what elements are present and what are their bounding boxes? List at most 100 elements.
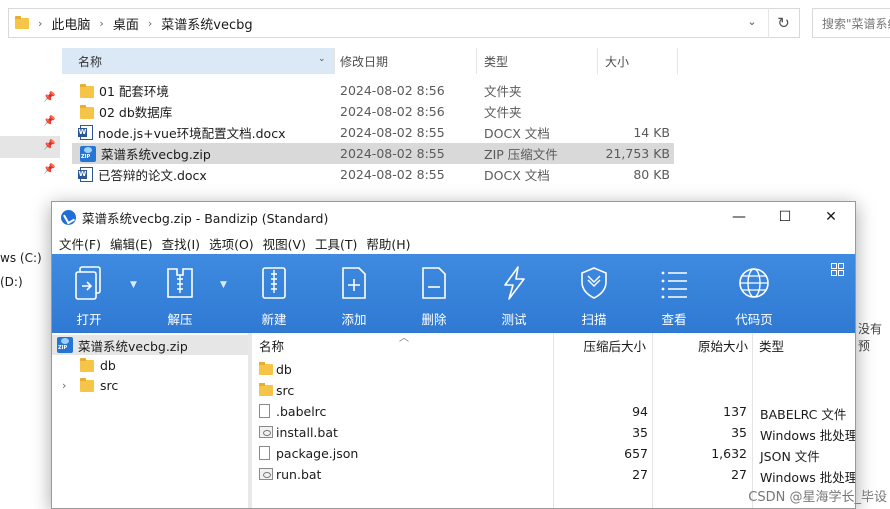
chevron-right-icon: › (99, 16, 104, 30)
open-button[interactable]: 打开 (59, 254, 119, 333)
scan-button[interactable]: 扫描 (564, 254, 624, 333)
folder-icon (80, 378, 94, 392)
chevron-right-icon: › (147, 16, 153, 30)
scan-shield-icon (581, 267, 607, 299)
entry-original-size: 27 (731, 467, 747, 482)
file-modified: 2024-08-02 8:56 (340, 104, 445, 119)
entry-name: src (276, 383, 295, 398)
column-header-modified[interactable]: 修改日期 (332, 48, 474, 74)
file-name: 02 db数据库 (99, 105, 173, 120)
file-name: 01 配套环境 (99, 84, 169, 99)
menu-help[interactable]: 帮助(H) (366, 234, 410, 253)
entry-original-size: 35 (731, 425, 747, 440)
entry-original-size: 137 (723, 404, 747, 419)
chevron-right-icon: › (38, 16, 43, 30)
column-header-original-size[interactable]: 原始大小 (653, 333, 749, 357)
menu-tools[interactable]: 工具(T) (315, 234, 357, 253)
menu-options[interactable]: 选项(O) (209, 234, 254, 253)
chevron-down-icon[interactable]: ▼ (130, 280, 137, 290)
maximize-button[interactable]: ☐ (762, 202, 808, 232)
toolbar-label: 解压 (167, 312, 193, 327)
minimize-button[interactable]: — (716, 202, 762, 232)
list-item[interactable]: run.bat 27 27 Windows 批处理文件 (252, 464, 855, 485)
codepage-button[interactable]: 代码页 (724, 254, 784, 333)
file-size: 14 KB (633, 125, 670, 140)
menu-bar: 文件(F) 编辑(E) 查找(I) 选项(O) 视图(V) 工具(T) 帮助(H… (52, 232, 420, 254)
menu-view[interactable]: 视图(V) (263, 234, 306, 253)
list-item[interactable]: .babelrc 94 137 BABELRC 文件 (252, 401, 855, 422)
breadcrumb-this-pc[interactable]: 此电脑 (51, 14, 90, 33)
extract-button[interactable]: 解压 (150, 254, 210, 333)
file-row-selected[interactable]: 菜谱系统vecbg.zip 2024-08-02 8:55 ZIP 压缩文件 2… (72, 143, 674, 164)
pin-icon[interactable]: 📌 (43, 164, 55, 176)
pin-icon[interactable]: 📌 (43, 92, 55, 104)
close-button[interactable]: ✕ (808, 202, 854, 232)
menu-file[interactable]: 文件(F) (59, 234, 101, 253)
file-icon (259, 404, 270, 418)
breadcrumb-current-folder[interactable]: 菜谱系统vecbg (161, 14, 252, 33)
batch-file-icon (259, 426, 273, 438)
folder-icon (80, 358, 94, 372)
folder-icon (80, 104, 94, 119)
column-header-type[interactable]: 类型 (759, 333, 855, 357)
file-name: 菜谱系统vecbg.zip (101, 147, 211, 162)
chevron-right-icon[interactable]: › (62, 379, 74, 392)
column-header-type[interactable]: 类型 (476, 48, 596, 74)
menu-edit[interactable]: 编辑(E) (110, 234, 153, 253)
layout-grid-icon[interactable] (831, 263, 844, 276)
column-divider[interactable] (677, 48, 678, 74)
breadcrumb-desktop[interactable]: 桌面 (113, 14, 139, 33)
file-row[interactable]: 02 db数据库 2024-08-02 8:56 文件夹 (72, 101, 674, 122)
file-type: DOCX 文档 (484, 126, 550, 141)
column-header-name[interactable]: 名称 (62, 48, 334, 74)
test-button[interactable]: 测试 (484, 254, 544, 333)
address-bar[interactable]: › 此电脑 › 桌面 › 菜谱系统vecbg ⌄ (8, 8, 800, 38)
list-item[interactable]: src (252, 380, 855, 401)
watermark: CSDN @星海学长_毕设 (748, 490, 887, 505)
file-row[interactable]: 01 配套环境 2024-08-02 8:56 文件夹 (72, 80, 674, 101)
toolbar-label: 查看 (661, 312, 687, 327)
delete-button[interactable]: 删除 (404, 254, 464, 333)
column-header-name[interactable]: 名称 (259, 333, 549, 357)
view-button[interactable]: 查看 (644, 254, 704, 333)
window-title: 菜谱系统vecbg.zip - Bandizip (Standard) (82, 210, 329, 226)
codepage-globe-icon (739, 268, 769, 298)
test-lightning-icon (504, 266, 525, 300)
file-icon (259, 446, 270, 460)
word-doc-icon (78, 167, 93, 182)
open-icon (75, 266, 101, 300)
file-modified: 2024-08-02 8:55 (340, 146, 445, 161)
zip-archive-icon (80, 145, 96, 162)
chevron-down-icon[interactable]: ⌄ (318, 54, 326, 64)
pin-icon[interactable]: 📌 (43, 140, 55, 152)
toolbar-label: 删除 (421, 312, 447, 327)
tree-item-archive-root[interactable]: 菜谱系统vecbg.zip (52, 335, 248, 355)
menu-find[interactable]: 查找(I) (162, 234, 200, 253)
new-archive-button[interactable]: 新建 (244, 254, 304, 333)
list-item[interactable]: db (252, 359, 855, 380)
tree-item-db[interactable]: db (52, 355, 248, 375)
entry-name: db (276, 362, 292, 377)
toolbar-label: 添加 (341, 312, 367, 327)
file-row[interactable]: 已答辩的论文.docx 2024-08-02 8:55 DOCX 文档 80 K… (72, 164, 674, 185)
nav-drive-d[interactable]: (D:) (0, 275, 23, 289)
file-type: 文件夹 (484, 84, 522, 99)
address-dropdown-icon[interactable]: ⌄ (745, 15, 759, 31)
nav-drive-c[interactable]: ws (C:) (0, 251, 42, 265)
tree-item-src[interactable]: › src (52, 375, 248, 395)
add-button[interactable]: 添加 (324, 254, 384, 333)
pin-icon[interactable]: 📌 (43, 116, 55, 128)
title-bar[interactable]: 菜谱系统vecbg.zip - Bandizip (Standard) — ☐ … (52, 202, 855, 232)
file-row[interactable]: node.js+vue环境配置文档.docx 2024-08-02 8:55 D… (72, 122, 674, 143)
chevron-down-icon[interactable]: ▼ (220, 280, 227, 290)
list-item[interactable]: install.bat 35 35 Windows 批处理文件 (252, 422, 855, 443)
list-item[interactable]: package.json 657 1,632 JSON 文件 (252, 443, 855, 464)
column-header-size[interactable]: 大小 (597, 48, 677, 74)
folder-icon (15, 15, 29, 29)
file-type: 文件夹 (484, 105, 522, 120)
folder-icon (259, 383, 273, 396)
refresh-icon[interactable]: ↻ (768, 8, 798, 38)
search-input[interactable]: 搜索"菜谱系统vecbg" (812, 8, 890, 38)
column-header-compressed-size[interactable]: 压缩后大小 (554, 333, 650, 357)
entry-compressed-size: 657 (624, 446, 648, 461)
